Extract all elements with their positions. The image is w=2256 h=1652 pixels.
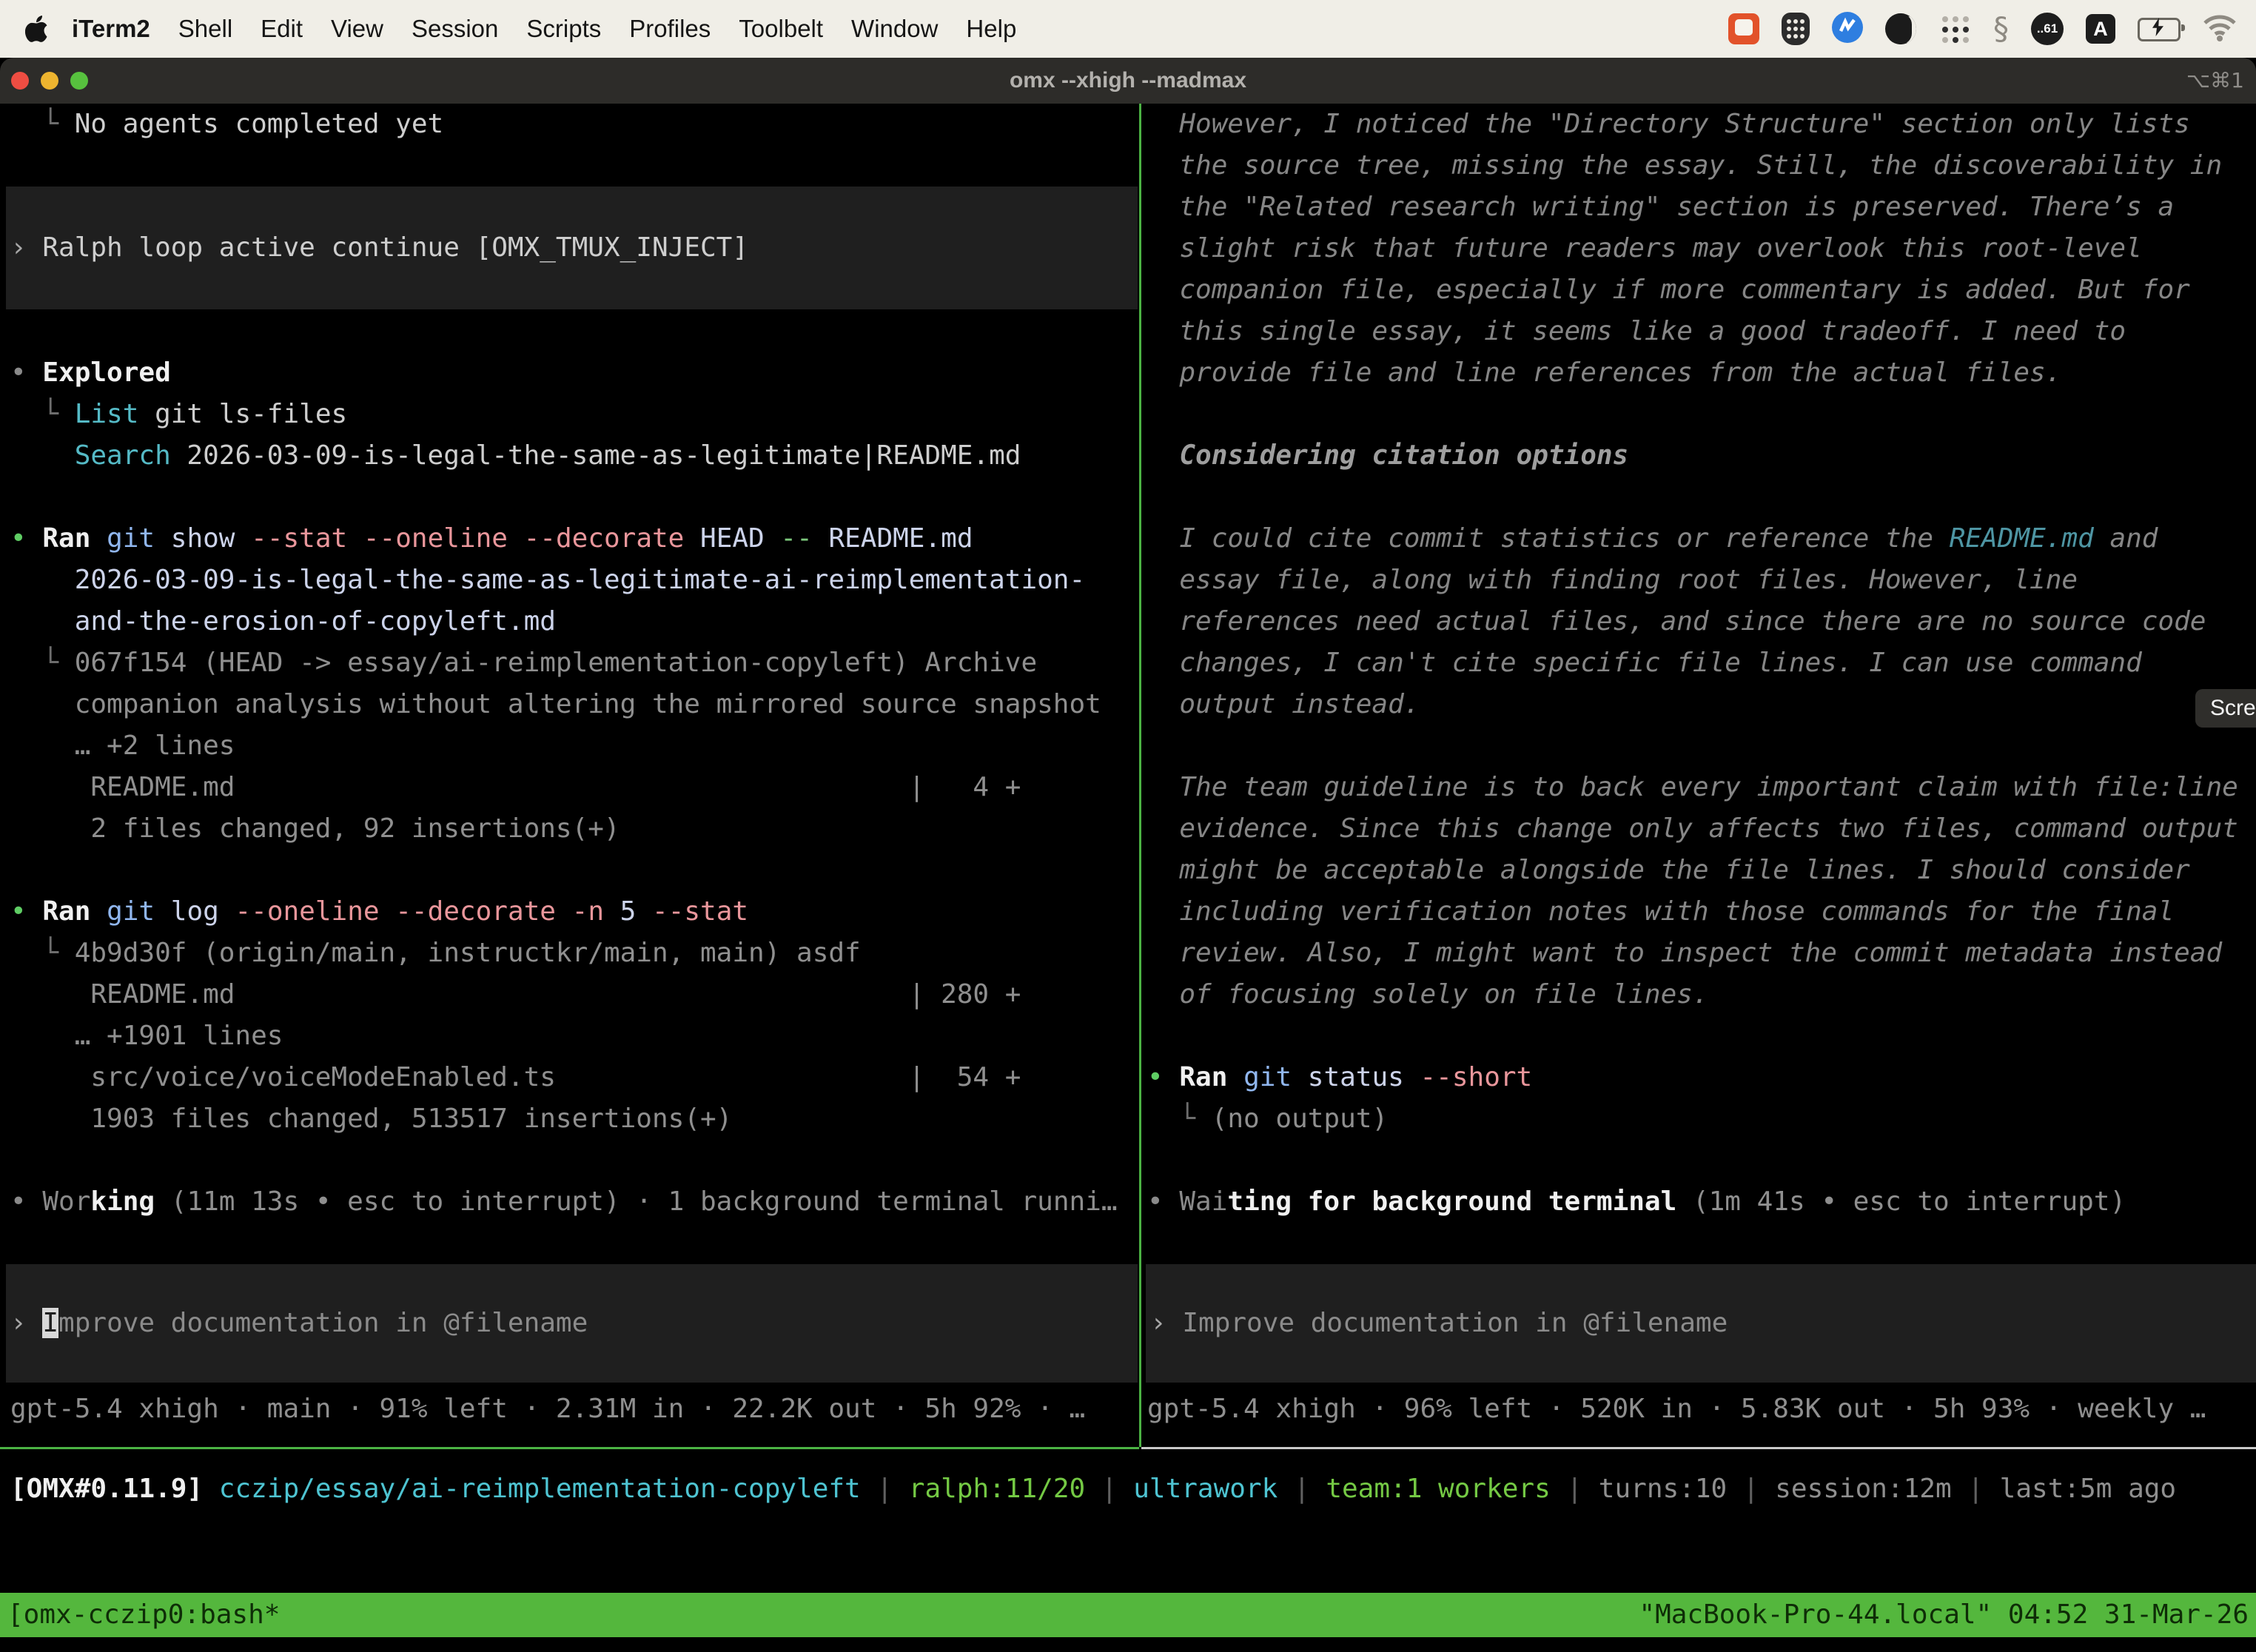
terminal-line: Considering citation options xyxy=(1147,435,2256,477)
terminal-line: output instead. xyxy=(1147,684,2256,725)
hook-icon[interactable] xyxy=(1993,13,2009,45)
menu-item-edit[interactable]: Edit xyxy=(246,0,317,58)
input-source-icon[interactable]: A xyxy=(2086,14,2115,44)
terminal-line: • Working (11m 13s • esc to interrupt) ·… xyxy=(10,1181,1149,1223)
terminal-line: └ (no output) xyxy=(1147,1098,2256,1140)
terminal-line: └ No agents completed yet xyxy=(10,104,1149,145)
dots-grid-icon[interactable] xyxy=(1938,13,1971,45)
terminal-line xyxy=(10,145,1149,187)
wifi-icon[interactable] xyxy=(2203,13,2237,44)
battery-charging-icon[interactable] xyxy=(2138,18,2181,41)
terminal-line: └ 067f154 (HEAD -> essay/ai-reimplementa… xyxy=(10,642,1149,684)
macos-menu-bar: iTerm2ShellEditViewSessionScriptsProfile… xyxy=(0,0,2256,58)
menu-item-scripts[interactable]: Scripts xyxy=(512,0,615,58)
terminal-line: slight risk that future readers may over… xyxy=(1147,228,2256,269)
menu-items: iTerm2ShellEditViewSessionScriptsProfile… xyxy=(58,0,1030,58)
terminal-line: • Ran git show --stat --oneline --decora… xyxy=(10,518,1149,560)
terminal-line: provide file and line references from th… xyxy=(1147,352,2256,394)
menu-item-window[interactable]: Window xyxy=(837,0,952,58)
terminal-line: › Improve documentation in @filename xyxy=(10,1307,588,1340)
terminal-line: gpt-5.4 xhigh · 96% left · 520K in · 5.8… xyxy=(1147,1389,2256,1430)
terminal-line: might be acceptable alongside the file l… xyxy=(1147,850,2256,891)
terminal: └ No agents completed yet • Explored └ Li… xyxy=(0,104,2256,1652)
terminal-line: └ List git ls-files xyxy=(10,394,1149,435)
terminal-line: › Ralph loop active continue [OMX_TMUX_I… xyxy=(10,232,748,264)
terminal-line: references need actual files, and since … xyxy=(1147,601,2256,642)
tmux-host-clock: "MacBook-Pro-44.local" 04:52 31-Mar-26 xyxy=(1639,1593,2249,1637)
terminal-line: • Explored xyxy=(10,352,1149,394)
agent-input-top-left[interactable]: › Ralph loop active continue [OMX_TMUX_I… xyxy=(6,187,1138,309)
terminal-line xyxy=(10,1140,1149,1181)
terminal-line xyxy=(1147,1015,2256,1057)
terminal-line: 1903 files changed, 513517 insertions(+) xyxy=(10,1098,1149,1140)
terminal-line: essay file, along with finding root file… xyxy=(1147,560,2256,601)
menu-item-profiles[interactable]: Profiles xyxy=(615,0,725,58)
omx-status-bar: [OMX#0.11.9] cczip/essay/ai-reimplementa… xyxy=(0,1468,2256,1510)
terminal-line xyxy=(1147,1223,2256,1264)
terminal-line: • Waiting for background terminal (1m 41… xyxy=(1147,1181,2256,1223)
terminal-line xyxy=(10,850,1149,891)
agent-input-left[interactable]: › Improve documentation in @filename xyxy=(6,1264,1138,1383)
terminal-line xyxy=(10,1223,1149,1264)
terminal-line: • Ran git log --oneline --decorate -n 5 … xyxy=(10,891,1149,933)
terminal-line: and-the-erosion-of-copyleft.md xyxy=(10,601,1149,642)
terminal-line: I could cite commit statistics or refere… xyxy=(1147,518,2256,560)
terminal-line: the source tree, missing the essay. Stil… xyxy=(1147,145,2256,187)
terminal-line: companion file, especially if more comme… xyxy=(1147,269,2256,311)
terminal-line: 2026-03-09-is-legal-the-same-as-legitima… xyxy=(10,560,1149,601)
terminal-line xyxy=(1147,477,2256,518)
terminal-line: 2 files changed, 92 insertions(+) xyxy=(10,808,1149,850)
window-title: omx --xhigh --madmax xyxy=(0,58,2256,104)
menu-item-view[interactable]: View xyxy=(317,0,397,58)
tmux-session-window[interactable]: [omx-cczip0:bash* xyxy=(7,1593,280,1637)
terminal-line: the "Related research writing" section i… xyxy=(1147,187,2256,228)
window-title-bar: omx --xhigh --madmax ⌥⌘1 xyxy=(0,58,2256,104)
terminal-line: companion analysis without altering the … xyxy=(10,684,1149,725)
terminal-line: src/voice/voiceModeEnabled.ts | 54 + xyxy=(10,1057,1149,1098)
terminal-line xyxy=(1147,1140,2256,1181)
terminal-line: evidence. Since this change only affects… xyxy=(1147,808,2256,850)
menu-item-shell[interactable]: Shell xyxy=(164,0,246,58)
inactive-pane-bottom-border xyxy=(1141,1447,2256,1449)
terminal-line: Search 2026-03-09-is-legal-the-same-as-l… xyxy=(10,435,1149,477)
terminal-line: • Ran git status --short xyxy=(1147,1057,2256,1098)
menu-item-toolbelt[interactable]: Toolbelt xyxy=(725,0,837,58)
apple-logo-icon[interactable] xyxy=(25,16,47,42)
tmux-status-bar: [omx-cczip0:bash* "MacBook-Pro-44.local"… xyxy=(0,1593,2256,1637)
blue-pulse-badge-icon[interactable] xyxy=(1832,12,1863,46)
terminal-line: › Improve documentation in @filename xyxy=(1150,1307,1728,1340)
agent-input-right[interactable]: › Improve documentation in @filename xyxy=(1146,1264,2256,1383)
terminal-line: … +2 lines xyxy=(10,725,1149,767)
menu-status-icons: ..61 A xyxy=(1728,12,2256,46)
window-shortcut-hint: ⌥⌘1 xyxy=(2186,58,2244,104)
terminal-line: including verification notes with those … xyxy=(1147,891,2256,933)
terminal-line: … +1901 lines xyxy=(10,1015,1149,1057)
terminal-line: review. Also, I might want to inspect th… xyxy=(1147,933,2256,974)
terminal-line: this single essay, it seems like a good … xyxy=(1147,311,2256,352)
battery-percent-badge-icon[interactable]: ..61 xyxy=(2031,13,2064,45)
terminal-line: [OMX#0.11.9] cczip/essay/ai-reimplementa… xyxy=(10,1468,2256,1510)
terminal-line: of focusing solely on file lines. xyxy=(1147,974,2256,1015)
terminal-line: └ 4b9d30f (origin/main, instructkr/main,… xyxy=(10,933,1149,974)
right-pane[interactable]: However, I noticed the "Directory Struct… xyxy=(1141,104,2256,1430)
terminal-line xyxy=(1147,725,2256,767)
terminal-line xyxy=(10,477,1149,518)
terminal-line xyxy=(10,311,1149,352)
terminal-line: README.md | 4 + xyxy=(10,767,1149,808)
screen-sharing-chip[interactable]: Scre xyxy=(2195,689,2256,728)
terminal-line: The team guideline is to back every impo… xyxy=(1147,767,2256,808)
active-pane-bottom-border xyxy=(0,1447,1139,1449)
menu-item-iterm2[interactable]: iTerm2 xyxy=(58,0,164,58)
terminal-line: README.md | 280 + xyxy=(10,974,1149,1015)
keypad-shield-icon[interactable] xyxy=(1782,13,1810,45)
terminal-line: gpt-5.4 xhigh · main · 91% left · 2.31M … xyxy=(10,1389,1149,1430)
menu-item-session[interactable]: Session xyxy=(397,0,512,58)
terminal-line xyxy=(1147,394,2256,435)
pie-chart-icon[interactable] xyxy=(1885,13,1916,44)
screenshot-root: { "colors": { "active_pane_border": "#4b… xyxy=(0,0,2256,1652)
menu-item-help[interactable]: Help xyxy=(952,0,1030,58)
terminal-line: changes, I can't cite specific file line… xyxy=(1147,642,2256,684)
chat-app-icon[interactable] xyxy=(1728,13,1759,44)
terminal-line: However, I noticed the "Directory Struct… xyxy=(1147,104,2256,145)
